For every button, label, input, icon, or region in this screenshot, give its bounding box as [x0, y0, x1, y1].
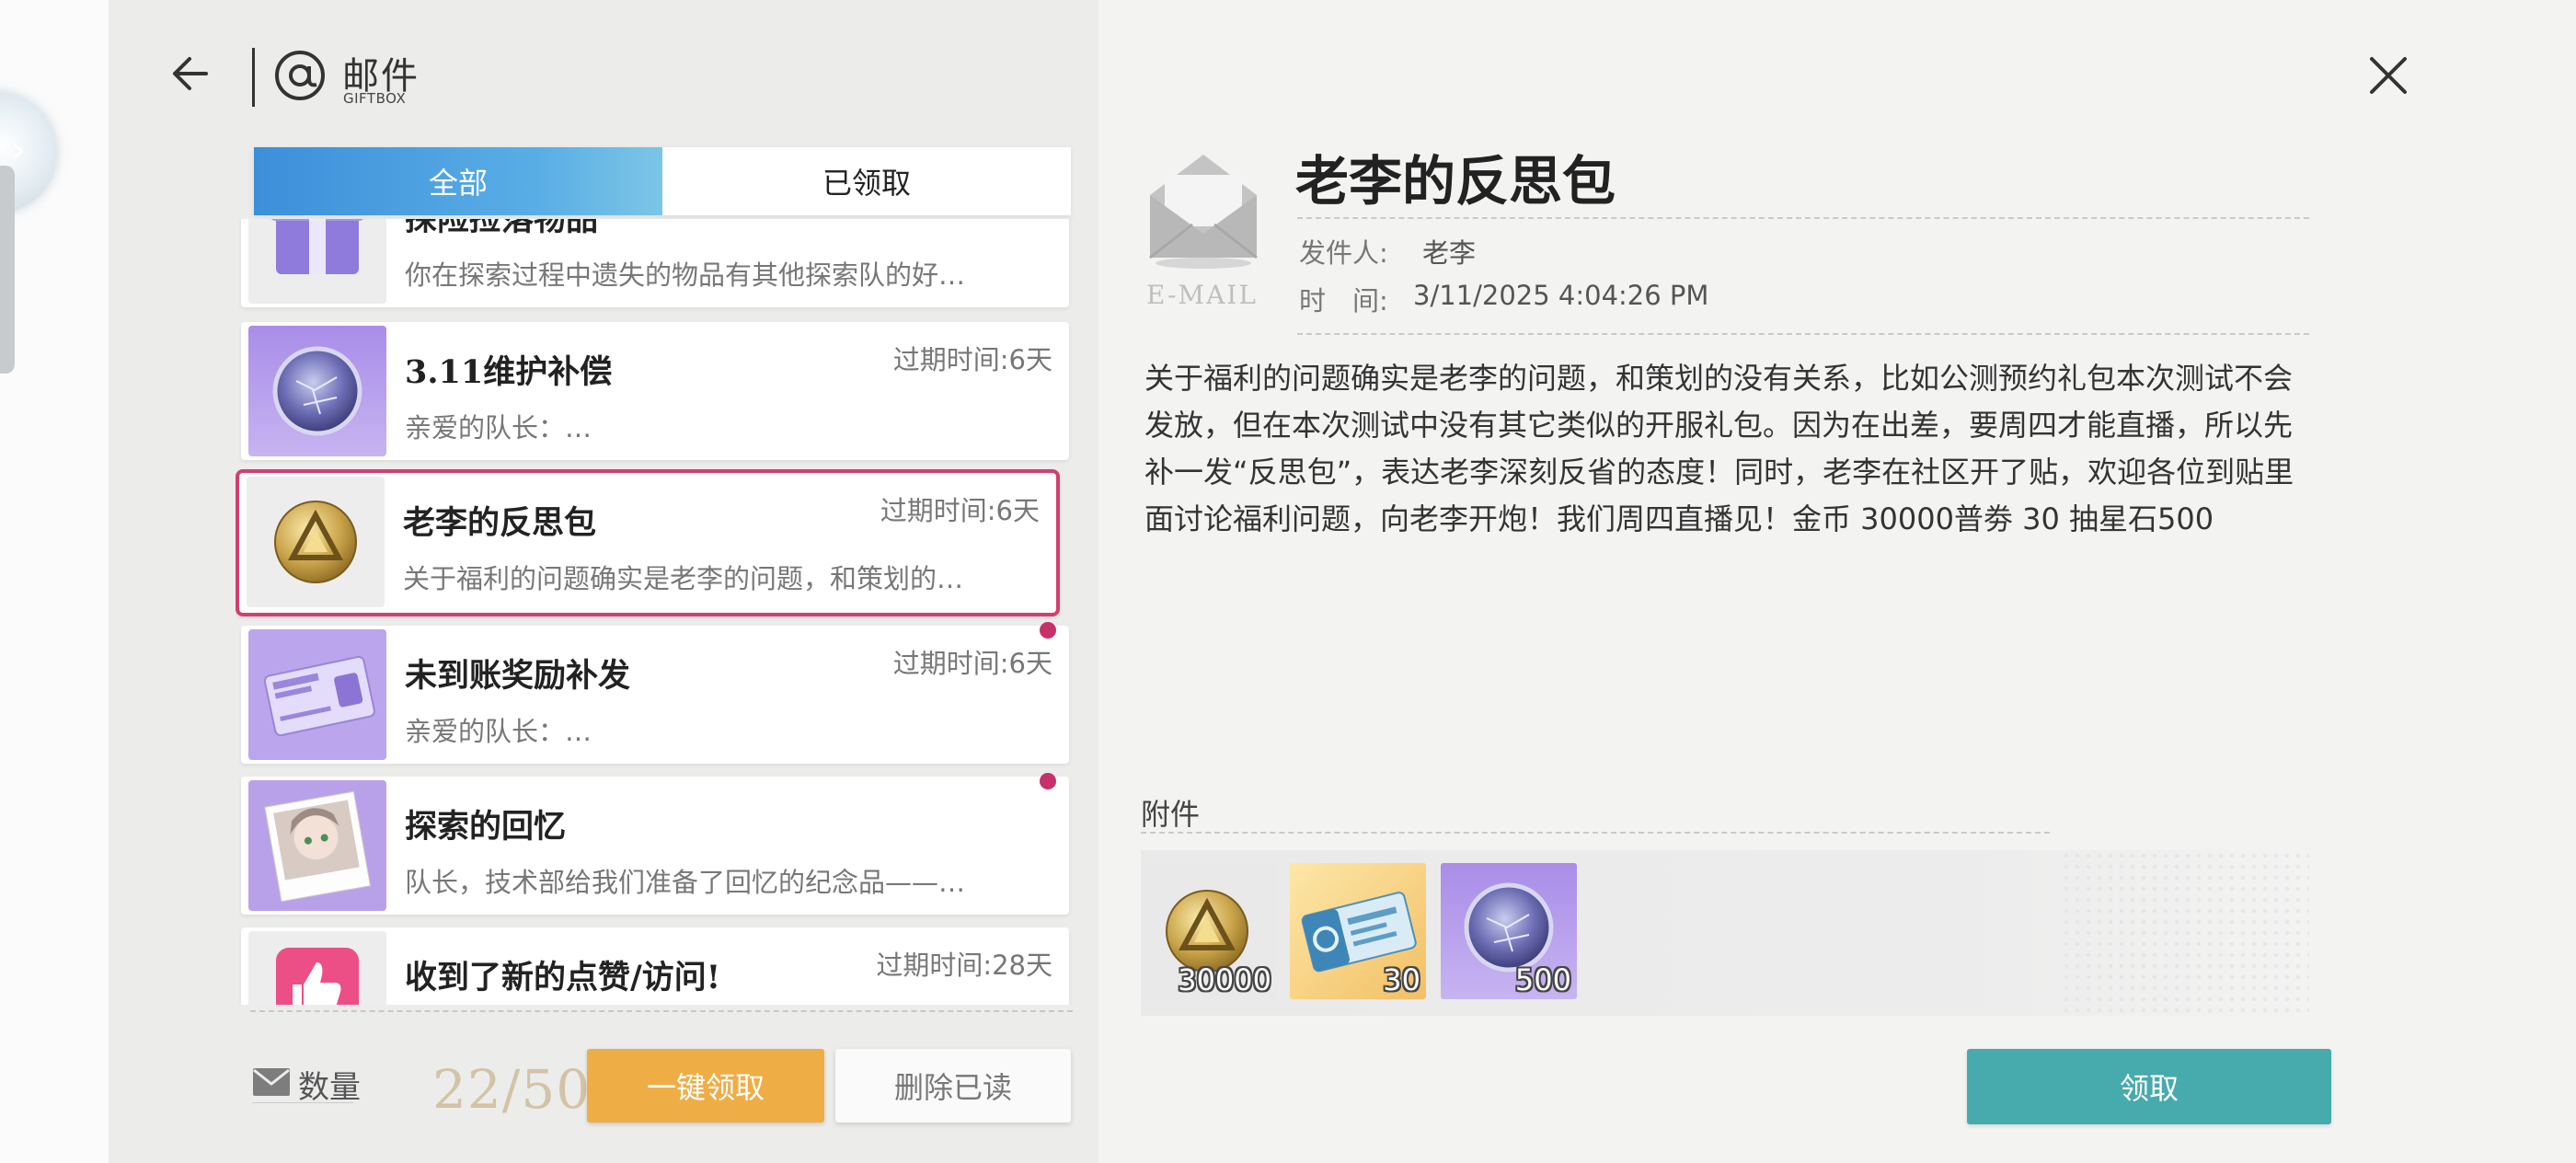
mail-count-value: 22/500: [432, 1058, 589, 1121]
claim-button[interactable]: 领取: [1967, 1049, 2331, 1124]
list-item[interactable]: 探索的回忆 队长，技术部给我们准备了回忆的纪念品——…: [241, 777, 1069, 915]
mail-title: 老李的反思包: [403, 504, 597, 542]
tab-claimed[interactable]: 已领取: [662, 147, 1071, 215]
mail-title: 探索的回忆: [405, 808, 567, 846]
mail-expiry: 过期时间:6天: [880, 495, 1040, 526]
unread-dot: [1040, 773, 1056, 789]
mail-expiry: 过期时间:6天: [892, 344, 1052, 375]
mail-count-label: 数量: [298, 1069, 361, 1106]
claim-all-button[interactable]: 一键领取: [587, 1049, 824, 1123]
open-envelope-icon: [1146, 147, 1260, 272]
chevron-right-icon[interactable]: ›: [11, 129, 26, 171]
page-subtitle: GIFTBOX: [343, 90, 407, 107]
email-label: E-MAIL: [1146, 280, 1258, 310]
list-divider: [250, 1010, 1073, 1012]
memory-photo-icon: [248, 780, 386, 911]
mail-expiry: 过期时间:28天: [876, 950, 1052, 981]
sender-value: 老李: [1422, 237, 1477, 269]
title-divider-dashed: [1297, 217, 2309, 219]
time-label: 时 间:: [1299, 285, 1388, 317]
mail-tabs: 全部 已领取: [254, 147, 1071, 215]
back-arrow-icon[interactable]: [166, 48, 217, 99]
unread-dot: [1040, 622, 1056, 639]
attachment-item[interactable]: 30000: [1141, 863, 1277, 999]
list-item[interactable]: 收到了新的点赞/访问! 过期时间:28天: [241, 927, 1069, 1005]
mail-preview: 你在探索过程中遗失的物品有其他探索队的好…: [405, 259, 966, 291]
mail-preview: 亲爱的队长：…: [405, 412, 592, 443]
gift-box-icon: [248, 219, 386, 304]
attachment-quantity: 30: [1383, 962, 1420, 997]
mail-preview: 亲爱的队长：…: [405, 716, 592, 747]
count-underline: [252, 1102, 353, 1103]
attachments-dot-pattern: [2061, 850, 2309, 1016]
mail-title: 3.11维护补偿: [405, 353, 613, 391]
mail-body-text: 关于福利的问题确实是老李的问题，和策划的没有关系，比如公测预约礼包本次测试不会发…: [1144, 361, 2294, 536]
list-item[interactable]: 未到账奖励补发 亲爱的队长：… 过期时间:6天: [241, 626, 1069, 764]
sender-label: 发件人:: [1299, 237, 1388, 269]
attachments-label: 附件: [1141, 797, 1201, 832]
mail-expiry: 过期时间:6天: [892, 648, 1052, 679]
mail-list[interactable]: 探险捡落物品 你在探索过程中遗失的物品有其他探索队的好… 3.11维护补偿 亲爱…: [236, 219, 1076, 1005]
fashion-voucher-icon: [248, 629, 386, 760]
mail-title: 收到了新的点赞/访问!: [405, 959, 721, 996]
mail-detail-title: 老李的反思包: [1295, 150, 1616, 213]
time-value: 3/11/2025 4:04:26 PM: [1413, 280, 1709, 311]
attachment-item[interactable]: 500: [1441, 863, 1577, 999]
thumbs-up-icon: [248, 931, 386, 1005]
mail-title: 探险捡落物品: [405, 219, 599, 238]
close-icon[interactable]: [2366, 53, 2410, 98]
attachment-quantity: 500: [1514, 962, 1571, 997]
attachment-quantity: 30000: [1178, 962, 1271, 997]
meta-divider-dashed: [1297, 333, 2309, 335]
title-divider: [252, 48, 255, 107]
side-scroll-bar[interactable]: [0, 166, 15, 374]
mail-preview: 队长，技术部给我们准备了回忆的纪念品——…: [405, 867, 966, 898]
mail-title: 未到账奖励补发: [405, 657, 631, 695]
tab-all[interactable]: 全部: [254, 147, 662, 215]
star-orb-icon: [248, 326, 386, 456]
at-sign-icon: [272, 48, 328, 103]
gold-coin-icon: [247, 477, 385, 607]
list-item[interactable]: 探险捡落物品 你在探索过程中遗失的物品有其他探索队的好…: [241, 219, 1069, 307]
list-item-selected[interactable]: 老李的反思包 关于福利的问题确实是老李的问题，和策划的… 过期时间:6天: [236, 469, 1060, 616]
envelope-icon: [252, 1067, 291, 1097]
mail-preview: 关于福利的问题确实是老李的问题，和策划的…: [403, 563, 964, 594]
attachments-divider-dashed: [1141, 832, 2050, 834]
list-item[interactable]: 3.11维护补偿 亲爱的队长：… 过期时间:6天: [241, 322, 1069, 460]
attachment-item[interactable]: 30: [1290, 863, 1426, 999]
delete-read-button[interactable]: 删除已读: [835, 1049, 1071, 1123]
